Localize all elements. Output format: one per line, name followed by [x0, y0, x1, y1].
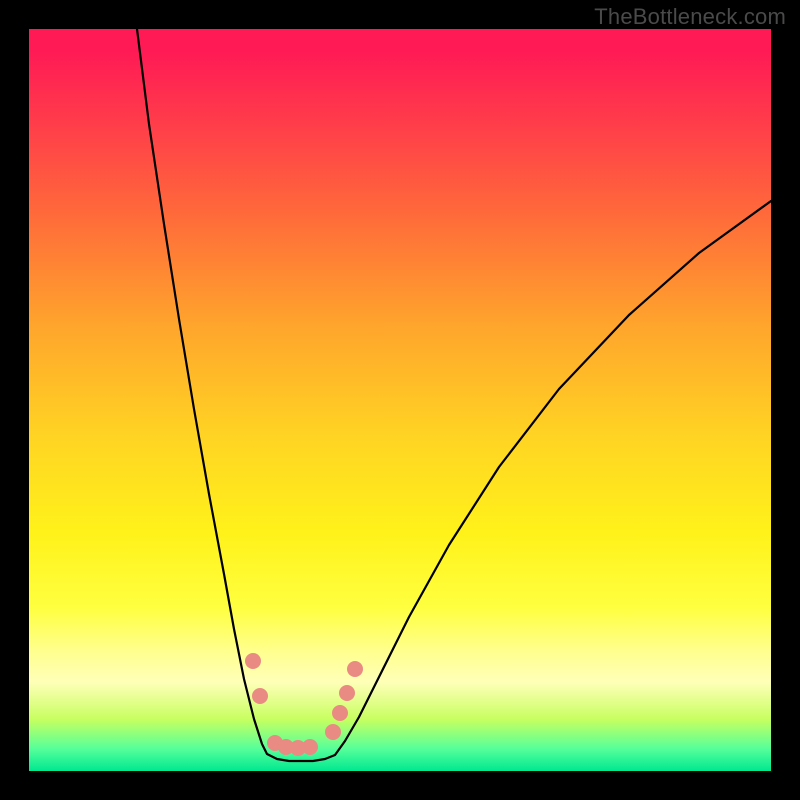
curve-marker [339, 685, 355, 701]
curve-marker [347, 661, 363, 677]
plot-area [29, 29, 771, 771]
curve-marker [332, 705, 348, 721]
bottleneck-curve [137, 29, 771, 761]
curve-marker [325, 724, 341, 740]
curve-marker [252, 688, 268, 704]
curve-marker [302, 739, 318, 755]
curve-marker [245, 653, 261, 669]
chart-frame: TheBottleneck.com [0, 0, 800, 800]
curve-layer [29, 29, 771, 771]
watermark-text: TheBottleneck.com [594, 4, 786, 30]
